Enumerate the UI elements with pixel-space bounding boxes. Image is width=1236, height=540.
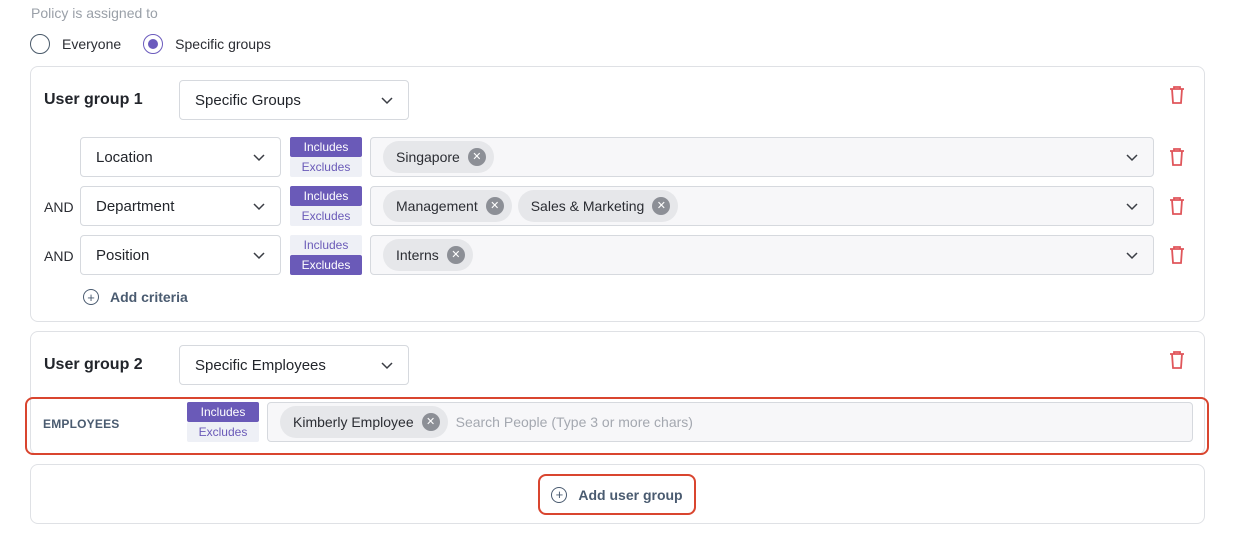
- criteria-3-connector: AND: [44, 248, 74, 264]
- chevron-down-icon: [380, 93, 394, 107]
- employees-includes-option[interactable]: Includes: [187, 402, 259, 422]
- delete-group-2-trash-icon[interactable]: [1168, 350, 1186, 370]
- add-user-group-button[interactable]: + Add user group: [538, 474, 696, 515]
- remove-chip-icon[interactable]: ✕: [485, 197, 504, 215]
- add-criteria-label: Add criteria: [110, 289, 188, 305]
- criteria-1-values-select[interactable]: Singapore ✕: [370, 137, 1154, 177]
- delete-criteria-3-trash-icon[interactable]: [1168, 245, 1186, 265]
- chevron-down-icon: [252, 150, 266, 164]
- delete-criteria-2-trash-icon[interactable]: [1168, 196, 1186, 216]
- remove-chip-icon[interactable]: ✕: [421, 413, 440, 431]
- value-chip: Management ✕: [383, 190, 512, 222]
- radio-everyone-label: Everyone: [62, 36, 122, 52]
- radio-specific-groups[interactable]: [143, 34, 164, 54]
- delete-criteria-1-trash-icon[interactable]: [1168, 147, 1186, 167]
- remove-chip-icon[interactable]: ✕: [652, 197, 671, 215]
- chevron-down-icon: [380, 358, 394, 372]
- value-chip: Singapore ✕: [383, 141, 494, 173]
- add-criteria-button[interactable]: + Add criteria: [83, 289, 188, 305]
- chevron-down-icon: [1125, 248, 1139, 262]
- employee-chip: Kimberly Employee ✕: [280, 406, 448, 438]
- criteria-3-field-value: Position: [96, 246, 150, 264]
- employees-include-toggle: Includes Excludes: [187, 402, 259, 442]
- chevron-down-icon: [252, 199, 266, 213]
- user-group-1-type-select[interactable]: Specific Groups: [179, 80, 409, 120]
- criteria-2-include-toggle: Includes Excludes: [290, 186, 362, 226]
- plus-circle-icon: +: [551, 486, 568, 503]
- criteria-1-includes-option[interactable]: Includes: [290, 137, 362, 157]
- criteria-2-connector: AND: [44, 199, 74, 215]
- search-placeholder: Search People (Type 3 or more chars): [455, 414, 693, 430]
- radio-specific-groups-label: Specific groups: [175, 36, 271, 52]
- chip-label: Interns: [396, 247, 439, 263]
- user-group-2-type-select[interactable]: Specific Employees: [179, 345, 409, 385]
- remove-chip-icon[interactable]: ✕: [446, 246, 465, 264]
- chevron-down-icon: [252, 248, 266, 262]
- employees-row: EMPLOYEES Includes Excludes Kimberly Emp…: [25, 397, 1209, 455]
- assignment-radio-group: Everyone Specific groups: [30, 34, 293, 54]
- criteria-2-values-select[interactable]: Management ✕ Sales & Marketing ✕: [370, 186, 1154, 226]
- radio-everyone[interactable]: [30, 34, 50, 54]
- criteria-2-field-select[interactable]: Department: [80, 186, 281, 226]
- criteria-3-includes-option[interactable]: Includes: [290, 235, 362, 255]
- user-group-1-title: User group 1: [44, 91, 143, 108]
- value-chip: Sales & Marketing ✕: [517, 190, 679, 222]
- chip-label: Singapore: [396, 149, 460, 165]
- employees-excludes-option[interactable]: Excludes: [187, 422, 259, 442]
- criteria-2-includes-option[interactable]: Includes: [290, 186, 362, 206]
- delete-group-1-trash-icon[interactable]: [1168, 85, 1186, 105]
- user-group-2-title: User group 2: [44, 356, 143, 373]
- chip-label: Management: [396, 198, 478, 214]
- criteria-1-include-toggle: Includes Excludes: [290, 137, 362, 177]
- user-group-1-type-value: Specific Groups: [195, 91, 301, 109]
- chip-label: Sales & Marketing: [530, 198, 645, 214]
- plus-circle-icon: +: [83, 289, 99, 305]
- criteria-1-excludes-option[interactable]: Excludes: [290, 157, 362, 177]
- user-group-2-type-value: Specific Employees: [195, 356, 326, 374]
- criteria-1-field-select[interactable]: Location: [80, 137, 281, 177]
- criteria-2-field-value: Department: [96, 197, 175, 215]
- remove-chip-icon[interactable]: ✕: [467, 148, 486, 166]
- criteria-2-excludes-option[interactable]: Excludes: [290, 206, 362, 226]
- chip-label: Kimberly Employee: [293, 414, 414, 430]
- add-user-group-label: Add user group: [578, 486, 683, 503]
- criteria-3-field-select[interactable]: Position: [80, 235, 281, 275]
- chevron-down-icon: [1125, 150, 1139, 164]
- user-group-1-card: User group 1 Specific Groups Location In…: [30, 66, 1205, 322]
- criteria-3-include-toggle: Includes Excludes: [290, 235, 362, 275]
- assignment-label: Policy is assigned to: [31, 5, 158, 21]
- value-chip: Interns ✕: [383, 239, 473, 271]
- employees-label: EMPLOYEES: [43, 417, 120, 431]
- criteria-1-field-value: Location: [96, 148, 153, 166]
- employee-search-input[interactable]: Kimberly Employee ✕ Search People (Type 3…: [267, 402, 1193, 442]
- criteria-3-excludes-option[interactable]: Excludes: [290, 255, 362, 275]
- criteria-3-values-select[interactable]: Interns ✕: [370, 235, 1154, 275]
- chevron-down-icon: [1125, 199, 1139, 213]
